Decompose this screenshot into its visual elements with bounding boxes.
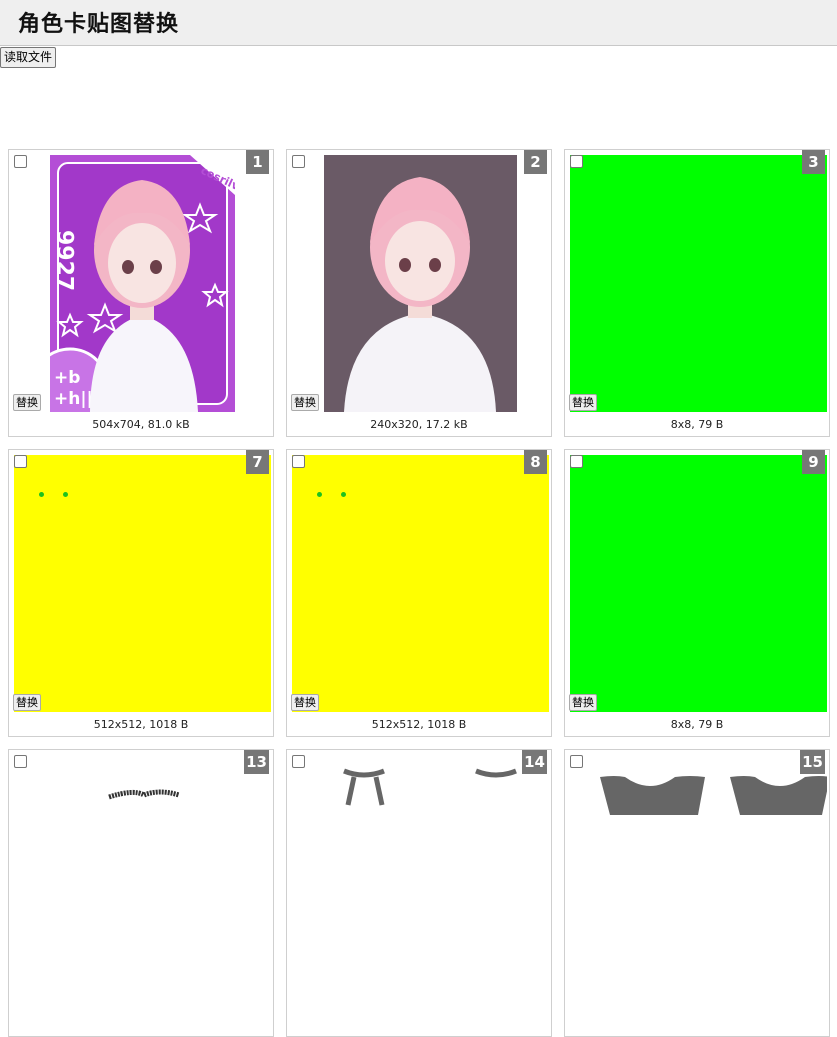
texture-preview-image: [292, 455, 549, 712]
texture-index-badge: 2: [524, 150, 547, 174]
texture-card-3: 3 替换 8x8, 79 B: [564, 149, 830, 437]
select-checkbox[interactable]: [14, 155, 27, 168]
texture-preview-image: [570, 155, 827, 412]
texture-card-1: 1 cosrilver 9927 +b +h|| 替换 504x704, 81.…: [8, 149, 274, 437]
replace-button[interactable]: 替换: [291, 394, 319, 411]
replace-button[interactable]: 替换: [569, 394, 597, 411]
card-badge-text-1: +b: [54, 368, 80, 388]
texture-info: 504x704, 81.0 kB: [92, 418, 190, 431]
texture-preview-image: [570, 455, 827, 712]
select-checkbox[interactable]: [292, 755, 305, 768]
texture-card-2: 2 替换 240x320, 17.2 kB: [286, 149, 552, 437]
replace-button[interactable]: 替换: [291, 694, 319, 711]
texture-index-badge: 15: [800, 750, 825, 774]
read-file-button[interactable]: 读取文件: [0, 47, 57, 68]
select-checkbox[interactable]: [14, 455, 27, 468]
texture-info: 512x512, 1018 B: [93, 718, 189, 731]
texture-preview-image: [292, 755, 549, 1012]
texture-info: 8x8, 79 B: [670, 718, 724, 731]
select-checkbox[interactable]: [292, 155, 305, 168]
texture-preview-image: [570, 755, 827, 1012]
texture-card-15: 15: [564, 749, 830, 1037]
texture-card-13: 13: [8, 749, 274, 1037]
replace-button[interactable]: 替换: [13, 394, 41, 411]
select-checkbox[interactable]: [14, 755, 27, 768]
texture-card-14: 14: [286, 749, 552, 1037]
replace-button[interactable]: 替换: [13, 694, 41, 711]
select-checkbox[interactable]: [570, 755, 583, 768]
texture-card-7: 7 替换 512x512, 1018 B: [8, 449, 274, 737]
texture-preview-image: [14, 755, 271, 1012]
texture-index-badge: 7: [246, 450, 269, 474]
card-side-number: 9927: [52, 230, 77, 291]
replace-button[interactable]: 替换: [569, 694, 597, 711]
select-checkbox[interactable]: [570, 455, 583, 468]
texture-preview-image: [14, 455, 271, 712]
texture-dot: [39, 492, 44, 497]
texture-dot: [317, 492, 322, 497]
texture-index-badge: 1: [246, 150, 269, 174]
texture-preview-image: cosrilver 9927 +b +h||: [50, 155, 235, 412]
page-title: 角色卡贴图替换: [18, 12, 180, 37]
texture-info: 240x320, 17.2 kB: [370, 418, 468, 431]
texture-dot: [341, 492, 346, 497]
texture-preview-image: [324, 155, 517, 412]
select-checkbox[interactable]: [570, 155, 583, 168]
texture-dot: [63, 492, 68, 497]
card-badge-text-2: +h||: [54, 389, 93, 409]
texture-index-badge: 3: [802, 150, 825, 174]
texture-card-9: 9 替换 8x8, 79 B: [564, 449, 830, 737]
texture-index-badge: 13: [244, 750, 269, 774]
texture-index-badge: 9: [802, 450, 825, 474]
texture-info: 512x512, 1018 B: [371, 718, 467, 731]
texture-card-8: 8 替换 512x512, 1018 B: [286, 449, 552, 737]
texture-info: 8x8, 79 B: [670, 418, 724, 431]
texture-index-badge: 8: [524, 450, 547, 474]
texture-index-badge: 14: [522, 750, 547, 774]
select-checkbox[interactable]: [292, 455, 305, 468]
header-bar: 角色卡贴图替换: [0, 0, 837, 46]
